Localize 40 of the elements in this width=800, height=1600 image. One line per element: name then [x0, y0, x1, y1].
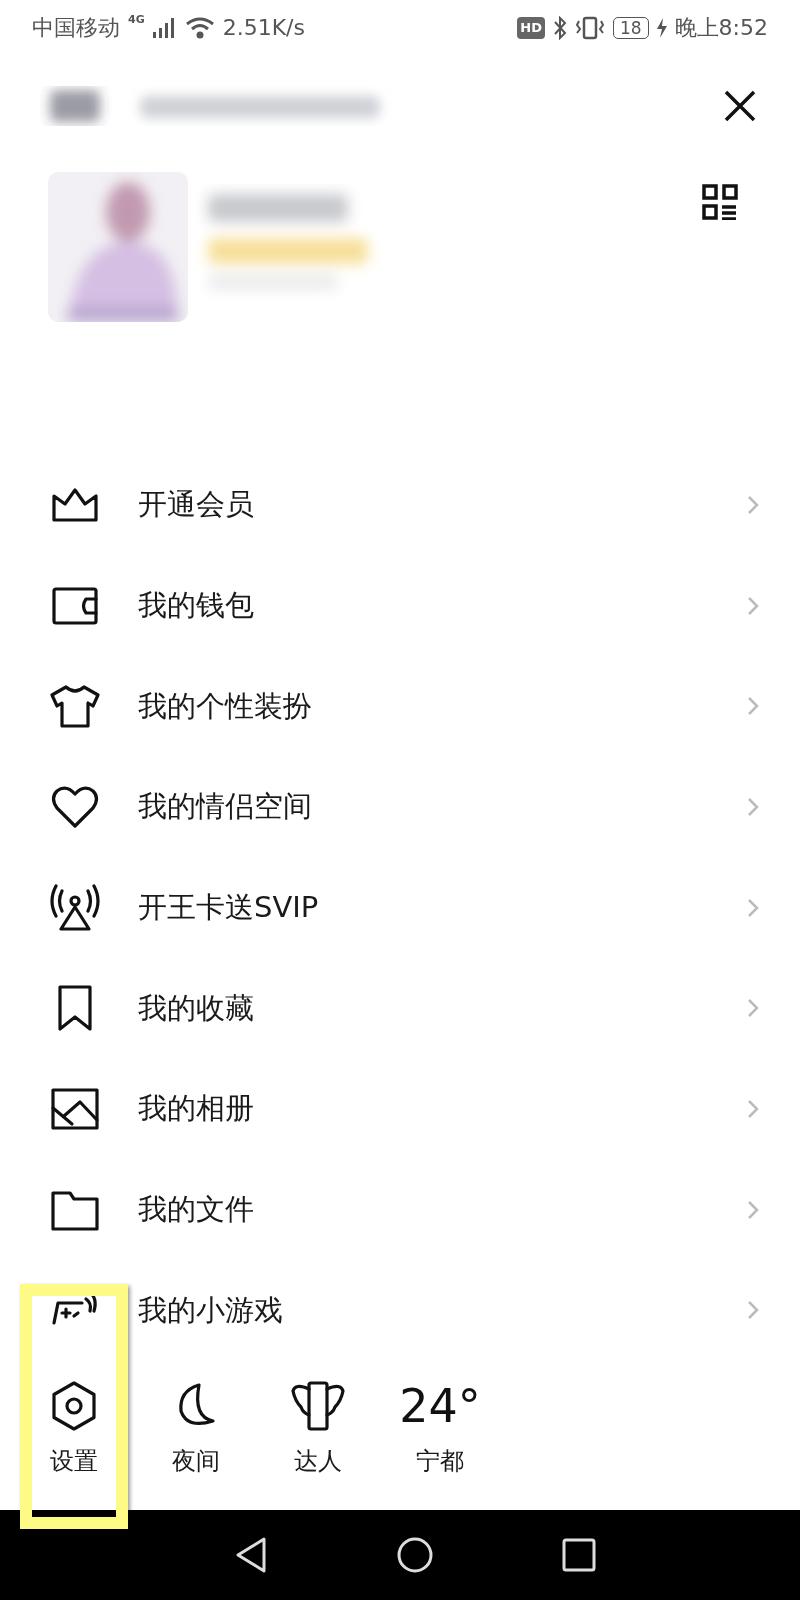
- signal-icon: [152, 17, 177, 38]
- back-icon[interactable]: [234, 1536, 268, 1575]
- shortcut-label: 设置: [50, 1445, 98, 1477]
- clock-time: 晚上8:52: [674, 14, 768, 43]
- menu-item[interactable]: 我的个性装扮: [138, 684, 312, 729]
- temperature: 24°: [399, 1378, 481, 1433]
- shortcut-label: 夜间: [172, 1445, 220, 1477]
- battery-level: 18: [612, 16, 649, 39]
- network-type: 4G: [128, 12, 145, 28]
- menu-item[interactable]: 开王卡送SVIP: [138, 885, 319, 930]
- chevron-icon: [746, 1098, 760, 1120]
- recent-apps-icon[interactable]: [562, 1538, 596, 1573]
- chevron-icon: [746, 594, 760, 617]
- menu-item[interactable]: 我的小游戏: [138, 1288, 283, 1333]
- chevron-icon: [746, 493, 760, 516]
- chevron-icon: [746, 896, 760, 919]
- menu-item[interactable]: 我的情侣空间: [138, 785, 312, 829]
- chevron-icon: [746, 1198, 760, 1221]
- menu-item[interactable]: 我的相册: [138, 1087, 254, 1131]
- charging-icon: [656, 17, 667, 38]
- home-icon[interactable]: [396, 1536, 434, 1575]
- winged-phone-icon: [291, 1378, 345, 1433]
- shortcut-button[interactable]: 24° 宁都: [380, 1378, 500, 1479]
- vibrate-icon: [574, 15, 605, 40]
- shortcut-label: 宁都: [416, 1445, 464, 1477]
- qr-code-icon[interactable]: [702, 183, 738, 220]
- network-speed: 2.51K/s: [222, 14, 305, 43]
- shortcut-button[interactable]: 达人: [258, 1378, 378, 1479]
- carrier-name: 中国移动: [32, 14, 120, 43]
- menu-item[interactable]: 我的收藏: [138, 986, 254, 1031]
- shortcut-button[interactable]: 夜间: [136, 1378, 256, 1479]
- menu-item[interactable]: 开通会员: [138, 483, 254, 527]
- wifi-icon: [184, 16, 215, 39]
- chevron-icon: [746, 795, 760, 818]
- bluetooth-icon: [552, 15, 567, 40]
- shortcut-label: 达人: [294, 1445, 342, 1477]
- menu-item[interactable]: 我的钱包: [138, 583, 254, 628]
- shortcut-button[interactable]: 设置: [14, 1378, 134, 1479]
- menu-item[interactable]: 我的文件: [138, 1187, 254, 1232]
- hd-badge: HD: [517, 17, 545, 39]
